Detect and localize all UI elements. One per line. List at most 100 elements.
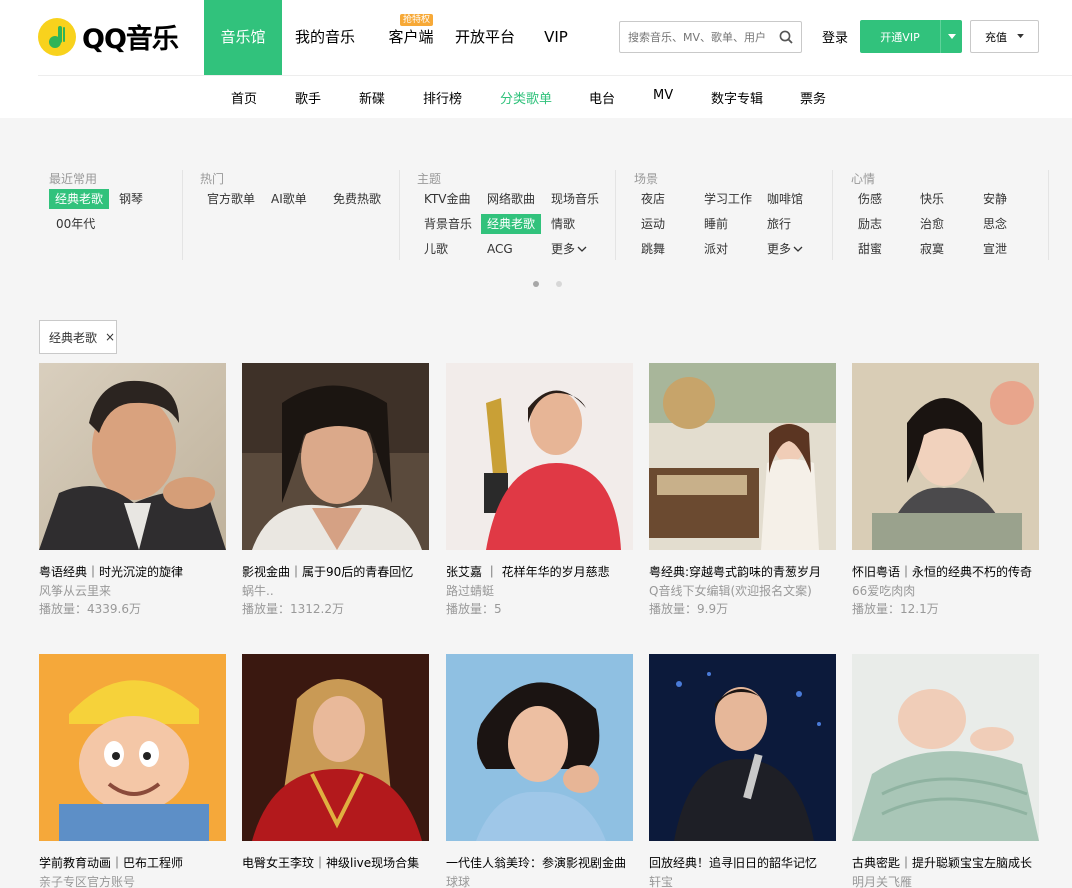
tag-internet-songs[interactable]: 网络歌曲 [481, 189, 541, 209]
tag-sports[interactable]: 运动 [635, 214, 671, 234]
carousel-dot-2[interactable] [556, 281, 562, 287]
subnav-category-playlists[interactable]: 分类歌单 [500, 88, 552, 107]
playlist-author[interactable]: 路过蜻蜓 [446, 582, 633, 599]
search-box [619, 21, 802, 53]
subnav-new-albums[interactable]: 新碟 [359, 88, 385, 107]
close-icon[interactable]: × [105, 330, 115, 344]
tag-free-hits[interactable]: 免费热歌 [327, 189, 387, 209]
playlist-cover[interactable] [242, 654, 429, 841]
playlist-author[interactable]: Q音线下女编辑(欢迎报名文案) [649, 582, 836, 599]
playlist-cover[interactable] [649, 363, 836, 550]
carousel-dot-1[interactable] [533, 281, 539, 287]
top-header: QQ音乐 音乐馆 我的音乐 客户端 抢特权 开放平台 VIP 登录 开通VIP … [0, 0, 1072, 75]
playlist-cover[interactable] [39, 654, 226, 841]
subnav-charts[interactable]: 排行榜 [423, 88, 462, 107]
nav-client[interactable]: 客户端 抢特权 [368, 0, 454, 75]
playlist-author[interactable]: 蜗牛.. [242, 582, 429, 599]
nav-my-music[interactable]: 我的音乐 [282, 0, 368, 75]
login-link[interactable]: 登录 [822, 27, 848, 46]
nav-vip[interactable]: VIP [516, 0, 596, 75]
subnav-mv[interactable]: MV [653, 88, 673, 103]
tag-bedtime[interactable]: 睡前 [698, 214, 734, 234]
tag-love-songs[interactable]: 情歌 [545, 214, 581, 234]
tag-quiet[interactable]: 安静 [977, 189, 1013, 209]
category-title: 场景 [634, 172, 659, 186]
playlist-title[interactable]: 粤经典:穿越粤式韵味的青葱岁月 [649, 563, 845, 580]
tag-ai-playlists[interactable]: AI歌单 [265, 189, 313, 209]
tag-sweet[interactable]: 甜蜜 [852, 239, 888, 259]
open-vip-button[interactable]: 开通VIP [860, 20, 962, 53]
playlist-author[interactable]: 明月关飞雁 [852, 873, 1039, 888]
playlist-title[interactable]: 电臀女王李玟｜神级live现场合集 [242, 854, 438, 871]
nav-open-platform[interactable]: 开放平台 [454, 0, 516, 75]
caret-down-icon[interactable] [940, 20, 962, 53]
selected-filter-label: 经典老歌 [49, 330, 98, 345]
tag-classic-oldies-theme[interactable]: 经典老歌 [481, 214, 542, 234]
tag-live-music[interactable]: 现场音乐 [545, 189, 605, 209]
subnav-home[interactable]: 首页 [231, 88, 257, 107]
playlist-author[interactable]: 66爱吃肉肉 [852, 582, 1039, 599]
playlist-card: 粤经典:穿越粤式韵味的青葱岁月 Q音线下女编辑(欢迎报名文案) 播放量：9.9万 [649, 363, 836, 616]
search-icon[interactable] [779, 30, 793, 44]
tag-venting[interactable]: 宣泄 [977, 239, 1013, 259]
theme-more-button[interactable]: 更多 [545, 239, 593, 259]
playlist-title[interactable]: 一代佳人翁美玲：参演影视剧金曲 [446, 854, 642, 871]
category-group-hot: 热门 [200, 170, 224, 186]
playlist-cover[interactable] [446, 363, 633, 550]
subnav-radio[interactable]: 电台 [589, 88, 615, 107]
tag-acg[interactable]: ACG [481, 239, 519, 259]
recharge-button[interactable]: 充值 [970, 20, 1039, 53]
tag-lonely[interactable]: 寂寞 [914, 239, 950, 259]
playlist-cover[interactable] [242, 363, 429, 550]
category-title: 热门 [200, 172, 225, 186]
tag-kids-songs[interactable]: 儿歌 [418, 239, 454, 259]
tag-travel[interactable]: 旅行 [761, 214, 797, 234]
search-input[interactable] [620, 23, 770, 51]
playlist-cover[interactable] [852, 363, 1039, 550]
category-divider [1048, 170, 1049, 260]
playlist-cover[interactable] [446, 654, 633, 841]
playlist-author[interactable]: 球球 [446, 873, 633, 888]
tag-classic-oldies[interactable]: 经典老歌 [49, 189, 110, 209]
playlist-cover[interactable] [39, 363, 226, 550]
playlist-card: 张艾嘉 ｜ 花样年华的岁月慈悲 路过蜻蜓 播放量：5 [446, 363, 633, 616]
scene-more-button[interactable]: 更多 [761, 239, 809, 259]
carousel-pagination [533, 281, 562, 287]
privilege-badge: 抢特权 [400, 14, 434, 26]
nav-music-hall[interactable]: 音乐馆 [204, 0, 282, 75]
playlist-author[interactable]: 轩宝 [649, 873, 836, 888]
playlist-title[interactable]: 回放经典！追寻旧日的韶华记忆 [649, 854, 845, 871]
playlist-author[interactable]: 亲子专区官方账号 [39, 873, 226, 888]
playlist-title[interactable]: 影视金曲｜属于90后的青春回忆 [242, 563, 438, 580]
tag-official-playlists[interactable]: 官方歌单 [201, 189, 261, 209]
playlist-title[interactable]: 古典密匙｜提升聪颖宝宝左脑成长 [852, 854, 1048, 871]
tag-cafe[interactable]: 咖啡馆 [761, 189, 809, 209]
tag-2000s[interactable]: 00年代 [50, 214, 101, 234]
playlist-cover[interactable] [649, 654, 836, 841]
playlist-cover[interactable] [852, 654, 1039, 841]
playlist-card: 学前教育动画｜巴布工程师 亲子专区官方账号 [39, 654, 226, 888]
tag-party[interactable]: 派对 [698, 239, 734, 259]
playlist-title[interactable]: 张艾嘉 ｜ 花样年华的岁月慈悲 [446, 563, 642, 580]
playlist-title[interactable]: 粤语经典｜时光沉淀的旋律 [39, 563, 235, 580]
tag-ktv-hits[interactable]: KTV金曲 [418, 189, 476, 209]
subnav-singers[interactable]: 歌手 [295, 88, 321, 107]
tag-inspirational[interactable]: 励志 [852, 214, 888, 234]
tag-sad[interactable]: 伤感 [852, 189, 888, 209]
tag-background-music[interactable]: 背景音乐 [418, 214, 478, 234]
playlist-title[interactable]: 怀旧粤语｜永恒的经典不朽的传奇 [852, 563, 1048, 580]
playlist-play-count: 播放量：1312.2万 [242, 602, 344, 616]
subnav-digital-albums[interactable]: 数字专辑 [711, 88, 763, 107]
playlist-play-count: 播放量：9.9万 [649, 602, 729, 616]
tag-dance[interactable]: 跳舞 [635, 239, 671, 259]
tag-study-work[interactable]: 学习工作 [698, 189, 758, 209]
tag-piano[interactable]: 钢琴 [113, 189, 149, 209]
playlist-title[interactable]: 学前教育动画｜巴布工程师 [39, 854, 235, 871]
subnav-tickets[interactable]: 票务 [800, 88, 826, 107]
playlist-author[interactable]: 风筝从云里来 [39, 582, 226, 599]
tag-happy[interactable]: 快乐 [914, 189, 950, 209]
qq-music-logo[interactable]: QQ音乐 [38, 17, 179, 56]
tag-missing[interactable]: 思念 [977, 214, 1013, 234]
tag-healing[interactable]: 治愈 [914, 214, 950, 234]
tag-nightclub[interactable]: 夜店 [635, 189, 671, 209]
